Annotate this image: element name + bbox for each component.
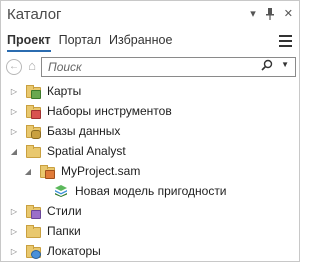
expand-arrow-icon[interactable]: ▷	[9, 247, 19, 256]
tree-item-label: MyProject.sam	[61, 164, 141, 178]
home-icon[interactable]: ⌂	[25, 59, 39, 73]
catalog-tabs: Проект Портал Избранное	[7, 33, 172, 52]
dropdown-arrow-icon[interactable]: ▾	[250, 8, 256, 23]
tree-item-folders[interactable]: ▷ Папки	[9, 221, 81, 241]
locators-folder-icon	[25, 244, 41, 259]
tree-item-label: Стили	[47, 204, 82, 218]
close-icon[interactable]: ✕	[284, 8, 293, 23]
search-row: ← ⌂ Поиск ▼	[6, 57, 296, 77]
tree-item-label: Карты	[47, 84, 82, 98]
tab-project[interactable]: Проект	[7, 33, 51, 52]
tree-item-myproject-sam[interactable]: ◢ MyProject.sam	[23, 161, 140, 181]
expand-arrow-icon[interactable]: ▷	[9, 127, 19, 136]
tree-item-label: Наборы инструментов	[47, 104, 172, 118]
suitability-project-icon	[39, 164, 55, 179]
tab-portal[interactable]: Портал	[59, 33, 101, 52]
tree-item-databases[interactable]: ▷ Базы данных	[9, 121, 120, 141]
pane-title-bar: Каталог ▾ ✕	[7, 4, 293, 26]
tab-favorites[interactable]: Избранное	[109, 33, 172, 52]
folders-icon	[25, 224, 41, 238]
pin-icon[interactable]	[265, 8, 275, 23]
tree-item-label: Локаторы	[47, 244, 101, 258]
tree-item-maps[interactable]: ▷ Карты	[9, 81, 81, 101]
search-placeholder: Поиск	[48, 60, 82, 74]
collapse-arrow-icon[interactable]: ◢	[9, 147, 19, 156]
folder-icon	[25, 144, 41, 158]
tree-item-locators[interactable]: ▷ Локаторы	[9, 241, 101, 261]
back-icon[interactable]: ←	[6, 59, 22, 75]
toolboxes-folder-icon	[25, 104, 41, 119]
menu-icon[interactable]	[279, 35, 292, 50]
styles-folder-icon	[25, 204, 41, 219]
search-input[interactable]: Поиск ▼	[41, 57, 296, 77]
catalog-pane: Каталог ▾ ✕ Проект Портал Избранное ← ⌂ …	[0, 0, 300, 262]
tree-item-label: Spatial Analyst	[47, 144, 126, 158]
pane-title: Каталог	[7, 6, 62, 23]
tree-item-toolboxes[interactable]: ▷ Наборы инструментов	[9, 101, 172, 121]
collapse-arrow-icon[interactable]: ◢	[23, 167, 33, 176]
suitability-model-icon	[53, 184, 69, 198]
expand-arrow-icon[interactable]: ▷	[9, 207, 19, 216]
databases-folder-icon	[25, 124, 41, 139]
search-options-dropdown-icon[interactable]: ▼	[281, 60, 289, 69]
tree-item-suitability-model[interactable]: Новая модель пригодности	[37, 181, 227, 201]
tree-item-label: Папки	[47, 224, 81, 238]
tree-item-label: Базы данных	[47, 124, 121, 138]
tree-item-spatial-analyst[interactable]: ◢ Spatial Analyst	[9, 141, 126, 161]
pane-title-controls: ▾ ✕	[250, 8, 293, 23]
tree-item-styles[interactable]: ▷ Стили	[9, 201, 82, 221]
expand-arrow-icon[interactable]: ▷	[9, 87, 19, 96]
tree-item-label: Новая модель пригодности	[75, 184, 227, 198]
expand-arrow-icon[interactable]: ▷	[9, 107, 19, 116]
expand-arrow-icon[interactable]: ▷	[9, 227, 19, 236]
maps-folder-icon	[25, 84, 41, 99]
search-icon[interactable]	[261, 59, 273, 74]
